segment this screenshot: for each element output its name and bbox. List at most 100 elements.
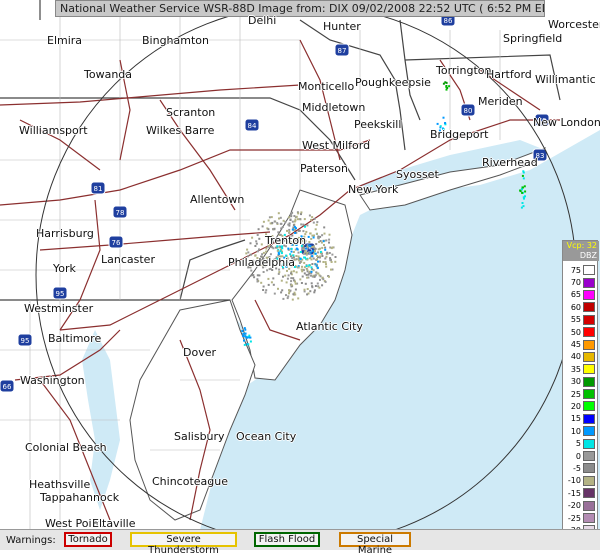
legend-color-swatch [583, 500, 595, 511]
warning-flash-flood[interactable]: Flash Flood [254, 532, 320, 547]
radar-echo-pixel [304, 225, 306, 228]
radar-echo-pixel [328, 241, 330, 244]
radar-echo-pixel [328, 238, 331, 241]
radar-echo-pixel [271, 269, 274, 271]
radar-echo-pixel [313, 289, 316, 292]
city-label-atlantic-city: Atlantic City [296, 320, 363, 333]
radar-echo-pixel [310, 258, 313, 261]
radar-echo-pixel [251, 236, 254, 239]
radar-echo-pixel [246, 248, 249, 251]
radar-echo-pixel [277, 272, 280, 275]
city-label-meriden: Meriden [478, 95, 523, 108]
legend-color-swatch [583, 426, 595, 437]
city-label-elmira: Elmira [47, 34, 83, 47]
city-label-new-london: New London [533, 116, 600, 129]
radar-echo-pixel [313, 275, 316, 278]
interstate-number: 95 [21, 337, 30, 345]
radar-echo-pixel [304, 282, 307, 285]
radar-echo-pixel [249, 340, 252, 343]
radar-echo-pixel [522, 177, 525, 180]
radar-echo-pixel [323, 232, 326, 235]
interstate-shield: 66 [0, 379, 15, 393]
radar-echo-pixel [288, 289, 290, 292]
legend-color-swatch [583, 389, 595, 400]
radar-echo-pixel [292, 251, 295, 253]
radar-echo-pixel [280, 279, 283, 282]
warning-special-marine[interactable]: Special Marine [339, 532, 411, 556]
radar-echo-pixel [282, 275, 284, 278]
radar-echo-pixel [306, 258, 309, 261]
radar-echo-pixel [286, 297, 289, 300]
radar-echo-pixel [261, 225, 264, 228]
radar-echo-pixel [334, 256, 337, 258]
legend-row: 20 [563, 400, 599, 412]
city-label-syosset: Syosset [396, 168, 439, 181]
radar-echo-pixel [277, 231, 280, 234]
radar-echo-pixel [303, 272, 306, 275]
radar-echo-pixel [267, 228, 270, 231]
radar-echo-pixel [521, 186, 524, 189]
radar-echo-pixel [317, 248, 320, 251]
radar-echo-pixel [270, 216, 273, 219]
radar-echo-pixel [254, 245, 257, 247]
radar-echo-pixel [317, 260, 319, 263]
city-label-ocean-city: Ocean City [236, 430, 297, 443]
radar-echo-pixel [305, 253, 308, 256]
radar-echo-pixel [277, 287, 279, 290]
legend-color-swatch [583, 289, 595, 300]
legend-row: -15 [563, 487, 599, 499]
radar-echo-pixel [249, 242, 252, 245]
radar-echo-pixel [311, 263, 314, 265]
radar-echo-pixel [301, 265, 303, 268]
radar-echo-pixel [317, 237, 320, 240]
radar-echo-pixel [314, 285, 317, 287]
radar-echo-pixel [436, 122, 439, 125]
radar-echo-pixel [305, 247, 307, 250]
warning-tornado[interactable]: Tornado [64, 532, 112, 547]
radar-echo-pixel [256, 250, 259, 253]
radar-echo-pixel [306, 276, 309, 279]
radar-echo-pixel [315, 223, 318, 226]
radar-echo-pixel [314, 250, 316, 252]
legend-row-label: 75 [570, 265, 581, 275]
radar-echo-pixel [301, 275, 304, 278]
city-label-hartford: Hartford [486, 68, 532, 81]
radar-echo-pixel [294, 288, 297, 291]
radar-echo-pixel [262, 251, 265, 254]
interstate-shield: 80 [460, 103, 476, 117]
radar-echo-pixel [297, 212, 300, 215]
interstate-number: 95 [56, 290, 65, 298]
radar-echo-pixel [311, 234, 314, 237]
radar-echo-pixel [303, 288, 306, 291]
radar-echo-pixel [308, 264, 311, 267]
radar-echo-pixel [309, 290, 312, 293]
radar-echo-pixel [319, 260, 321, 263]
radar-echo-pixel [304, 249, 307, 252]
legend-row: 30 [563, 376, 599, 388]
interstate-shield: 95 [17, 333, 33, 347]
radar-echo-pixel [306, 268, 309, 271]
radar-echo-pixel [258, 237, 261, 240]
radar-echo-pixel [319, 255, 322, 258]
city-label-york: York [53, 262, 76, 275]
warning-severe-thunderstorm[interactable]: Severe Thunderstorm [130, 532, 237, 556]
radar-echo-pixel [293, 220, 296, 223]
legend-color-swatch [583, 401, 595, 412]
radar-echo-pixel [284, 220, 287, 223]
legend-color-swatch [583, 488, 595, 499]
radar-echo-pixel [305, 230, 308, 233]
vcp-label: Vcp: 32 [566, 241, 597, 250]
radar-echo-pixel [317, 251, 319, 254]
city-label-new-york: New York [348, 183, 399, 196]
radar-echo-pixel [316, 255, 319, 257]
radar-echo-pixel [290, 280, 293, 283]
city-label-peekskill: Peekskill [354, 118, 402, 131]
radar-echo-pixel [290, 247, 293, 250]
radar-echo-pixel [242, 332, 245, 335]
radar-echo-pixel [268, 216, 271, 219]
radar-echo-pixel [295, 271, 298, 274]
radar-echo-pixel [244, 328, 247, 331]
radar-echo-pixel [311, 249, 314, 252]
legend-color-swatch [583, 364, 595, 375]
radar-echo-pixel [267, 219, 270, 222]
